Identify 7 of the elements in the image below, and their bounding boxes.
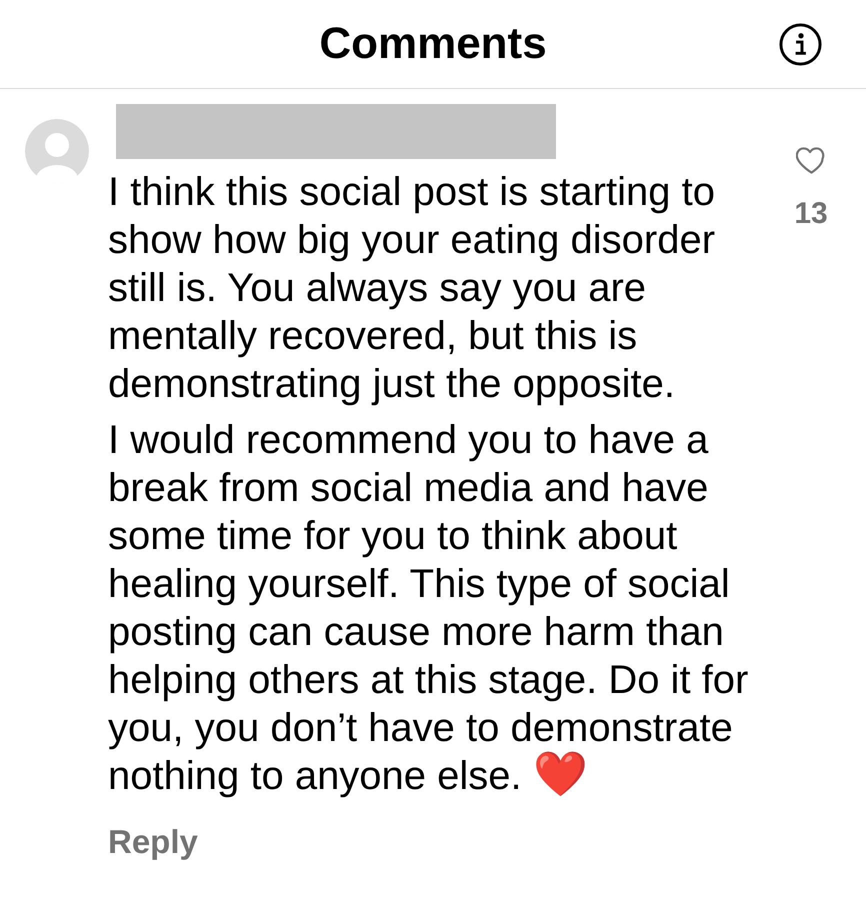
heart-icon[interactable] <box>796 147 826 174</box>
like-count: 13 <box>794 197 828 231</box>
reply-button[interactable]: Reply <box>108 822 198 862</box>
info-icon[interactable] <box>779 22 822 66</box>
comment-text: I would recommend you to have a break from social media and have some time for you to think about healing yourself. This type of social posting can cause more harm than helping others at this stage. Do it for you, you don’t have to demonstrate nothing to anyone else. ❤ <box>108 418 748 798</box>
page-title: Comments <box>319 18 547 70</box>
comment-text: I think this social post is starting to show how big your eating disorder still is. You always say you are mentally recovered, but this is demonstrating just the opposite. <box>108 170 716 406</box>
